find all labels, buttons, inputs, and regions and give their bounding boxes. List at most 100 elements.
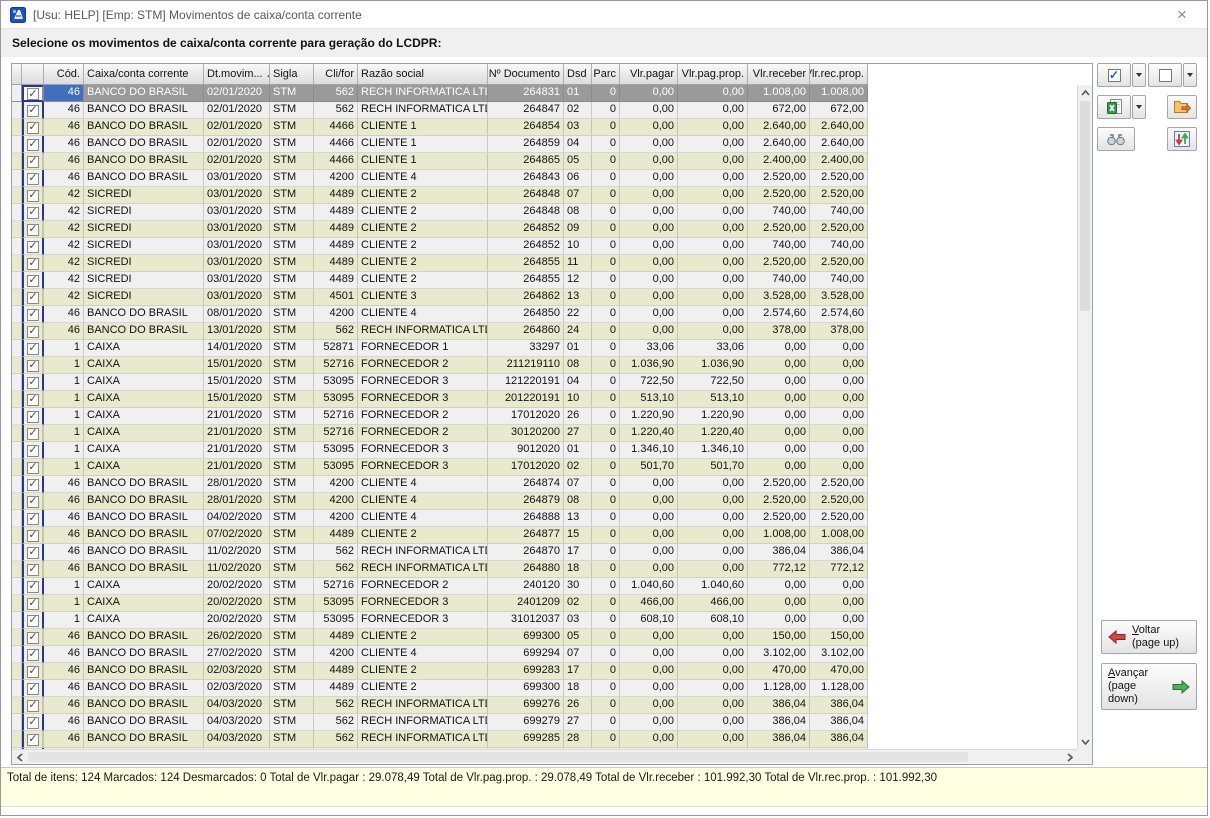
cell-clifor[interactable]: 4200: [314, 170, 358, 187]
cell-doc[interactable]: 17012020: [488, 459, 564, 476]
cell-dsd[interactable]: 15: [564, 527, 592, 544]
cell-doc[interactable]: 264850: [488, 306, 564, 323]
cell-recprop[interactable]: 0,00: [810, 459, 868, 476]
cell-sigla[interactable]: STM: [270, 510, 314, 527]
header-cell-receber[interactable]: Vlr.receber: [748, 64, 810, 85]
cell-dsd[interactable]: 30: [564, 578, 592, 595]
cell-pagar[interactable]: 0,00: [620, 255, 678, 272]
cell-conta[interactable]: BANCO DO BRASIL: [84, 493, 204, 510]
cell-cod[interactable]: 1: [44, 442, 84, 459]
cell-pagar[interactable]: 0,00: [620, 476, 678, 493]
cell-sigla[interactable]: STM: [270, 646, 314, 663]
row-checkbox[interactable]: ✓: [22, 442, 44, 459]
cell-receber[interactable]: 0,00: [748, 578, 810, 595]
uncheck-all-dropdown-button[interactable]: [1183, 63, 1197, 87]
cell-razao[interactable]: CLIENTE 2: [358, 221, 488, 238]
cell-pagprop[interactable]: 0,00: [678, 187, 748, 204]
cell-receber[interactable]: 3.102,00: [748, 646, 810, 663]
cell-pagar[interactable]: 0,00: [620, 323, 678, 340]
cell-razao[interactable]: CLIENTE 2: [358, 204, 488, 221]
cell-recprop[interactable]: 1.128,00: [810, 680, 868, 697]
cell-cod[interactable]: 46: [44, 153, 84, 170]
table-row[interactable]: ✓ 42 SICREDI 03/01/2020 STM 4489 CLIENTE…: [12, 221, 1077, 238]
cell-pagprop[interactable]: 0,00: [678, 204, 748, 221]
cell-receber[interactable]: 2.640,00: [748, 136, 810, 153]
cell-sigla[interactable]: STM: [270, 697, 314, 714]
cell-parc[interactable]: 0: [592, 493, 620, 510]
cell-recprop[interactable]: 0,00: [810, 595, 868, 612]
cell-pagar[interactable]: 0,00: [620, 238, 678, 255]
cell-razao[interactable]: CLIENTE 4: [358, 646, 488, 663]
cell-conta[interactable]: BANCO DO BRASIL: [84, 663, 204, 680]
cell-dt[interactable]: 03/01/2020: [204, 238, 270, 255]
cell-clifor[interactable]: 4466: [314, 153, 358, 170]
cell-receber[interactable]: 2.520,00: [748, 170, 810, 187]
cell-clifor[interactable]: 53095: [314, 595, 358, 612]
cell-conta[interactable]: SICREDI: [84, 255, 204, 272]
cell-pagar[interactable]: 0,00: [620, 680, 678, 697]
cell-cod[interactable]: 46: [44, 527, 84, 544]
cell-pagar[interactable]: 501,70: [620, 459, 678, 476]
cell-pagar[interactable]: 1.036,90: [620, 357, 678, 374]
cell-pagar[interactable]: 0,00: [620, 697, 678, 714]
row-checkbox[interactable]: ✓: [22, 136, 44, 153]
row-checkbox[interactable]: ✓: [22, 425, 44, 442]
cell-clifor[interactable]: 4200: [314, 646, 358, 663]
cell-pagar[interactable]: 0,00: [620, 119, 678, 136]
cell-parc[interactable]: 0: [592, 476, 620, 493]
cell-dsd[interactable]: 04: [564, 374, 592, 391]
row-checkbox[interactable]: ✓: [22, 204, 44, 221]
row-checkbox[interactable]: ✓: [22, 238, 44, 255]
cell-conta[interactable]: BANCO DO BRASIL: [84, 527, 204, 544]
cell-conta[interactable]: CAIXA: [84, 578, 204, 595]
table-row[interactable]: ✓ 46 BANCO DO BRASIL 02/01/2020 STM 4466…: [12, 153, 1077, 170]
row-checkbox[interactable]: ✓: [22, 731, 44, 748]
cell-razao[interactable]: RECH INFORMATICA LTDA: [358, 323, 488, 340]
cell-doc[interactable]: 201220191: [488, 391, 564, 408]
cell-recprop[interactable]: 386,04: [810, 731, 868, 748]
cell-razao[interactable]: CLIENTE 2: [358, 629, 488, 646]
cell-doc[interactable]: 121220191: [488, 374, 564, 391]
cell-conta[interactable]: SICREDI: [84, 221, 204, 238]
cell-pagar[interactable]: 0,00: [620, 646, 678, 663]
cell-cod[interactable]: 46: [44, 85, 84, 102]
cell-doc[interactable]: 33297: [488, 340, 564, 357]
table-row[interactable]: ✓ 1 CAIXA 15/01/2020 STM 53095 FORNECEDO…: [12, 391, 1077, 408]
cell-parc[interactable]: 0: [592, 680, 620, 697]
row-checkbox[interactable]: ✓: [22, 680, 44, 697]
cell-recprop[interactable]: 0,00: [810, 374, 868, 391]
cell-recprop[interactable]: 672,00: [810, 102, 868, 119]
cell-clifor[interactable]: 52716: [314, 425, 358, 442]
cell-dt[interactable]: 03/01/2020: [204, 187, 270, 204]
cell-conta[interactable]: BANCO DO BRASIL: [84, 153, 204, 170]
cell-clifor[interactable]: 4489: [314, 204, 358, 221]
cell-receber[interactable]: 1.008,00: [748, 527, 810, 544]
cell-razao[interactable]: CLIENTE 1: [358, 136, 488, 153]
cell-recprop[interactable]: 740,00: [810, 238, 868, 255]
cell-pagprop[interactable]: 501,70: [678, 459, 748, 476]
cell-pagar[interactable]: 466,00: [620, 595, 678, 612]
cell-recprop[interactable]: 2.520,00: [810, 187, 868, 204]
cell-doc[interactable]: 264855: [488, 272, 564, 289]
cell-pagar[interactable]: 0,00: [620, 221, 678, 238]
cell-conta[interactable]: BANCO DO BRASIL: [84, 476, 204, 493]
cell-doc[interactable]: 240120: [488, 578, 564, 595]
cell-pagar[interactable]: 0,00: [620, 561, 678, 578]
cell-conta[interactable]: CAIXA: [84, 595, 204, 612]
cell-pagar[interactable]: 0,00: [620, 153, 678, 170]
cell-razao[interactable]: CLIENTE 2: [358, 255, 488, 272]
scroll-up-icon[interactable]: [1078, 85, 1093, 100]
cell-sigla[interactable]: STM: [270, 272, 314, 289]
cell-conta[interactable]: BANCO DO BRASIL: [84, 323, 204, 340]
cell-pagar[interactable]: 0,00: [620, 544, 678, 561]
table-row[interactable]: ✓ 46 BANCO DO BRASIL 28/01/2020 STM 4200…: [12, 493, 1077, 510]
cell-razao[interactable]: FORNECEDOR 3: [358, 374, 488, 391]
cell-cod[interactable]: 46: [44, 629, 84, 646]
cell-cod[interactable]: 1: [44, 408, 84, 425]
cell-dsd[interactable]: 13: [564, 289, 592, 306]
cell-sigla[interactable]: STM: [270, 459, 314, 476]
cell-dt[interactable]: 04/03/2020: [204, 714, 270, 731]
cell-dt[interactable]: 02/03/2020: [204, 663, 270, 680]
cell-pagar[interactable]: 0,00: [620, 289, 678, 306]
cell-parc[interactable]: 0: [592, 544, 620, 561]
